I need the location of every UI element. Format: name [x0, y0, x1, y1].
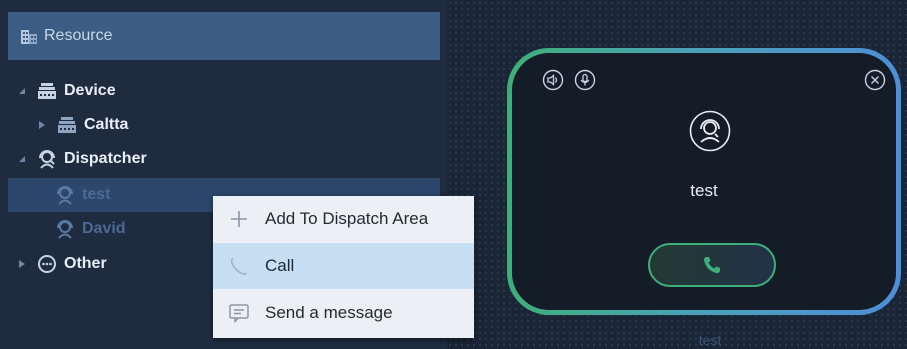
menu-item-label: Send a message [265, 303, 393, 322]
tree-item-device[interactable]: Device [8, 74, 440, 108]
caret-expanded-icon[interactable] [16, 153, 28, 165]
device-icon [58, 117, 76, 133]
caret-collapsed-icon[interactable] [36, 119, 48, 131]
phone-icon [704, 257, 720, 274]
context-menu: Add To Dispatch Area Call Send a message [213, 196, 474, 338]
plus-icon [231, 211, 247, 227]
more-circle-icon [38, 255, 56, 273]
call-card-name: test [690, 181, 718, 200]
dispatch-item-label: test [698, 332, 722, 348]
menu-item-add-to-dispatch-area[interactable]: Add To Dispatch Area [213, 196, 474, 242]
dispatcher-icon [689, 110, 731, 152]
dispatcher-icon [57, 186, 73, 205]
menu-item-call[interactable]: Call [213, 243, 474, 289]
tree-label-device: Device [64, 82, 116, 99]
menu-item-label: Call [265, 256, 295, 275]
panel-title: Resource [44, 27, 113, 44]
resource-header[interactable]: Resource [8, 12, 440, 60]
microphone-icon[interactable] [574, 69, 596, 91]
tree-label-david: David [82, 220, 126, 237]
phone-icon [230, 257, 248, 275]
building-icon [21, 30, 37, 44]
call-card-body: test [512, 53, 896, 310]
device-icon [38, 83, 56, 99]
dispatcher-icon [39, 150, 55, 169]
tree-label-dispatcher: Dispatcher [64, 150, 147, 167]
caret-expanded-icon[interactable] [16, 85, 28, 97]
tree-label-other: Other [64, 255, 107, 272]
tree-item-dispatcher[interactable]: Dispatcher [8, 142, 440, 176]
tree-label-caltta: Caltta [84, 116, 129, 133]
menu-item-label: Add To Dispatch Area [265, 209, 429, 228]
caret-collapsed-icon[interactable] [16, 258, 28, 270]
speaker-icon[interactable] [542, 69, 564, 91]
tree-item-caltta[interactable]: Caltta [8, 108, 440, 142]
tree-label-test: test [82, 186, 111, 203]
dispatcher-icon [57, 220, 73, 239]
answer-call-button[interactable] [648, 243, 776, 287]
message-icon [229, 304, 249, 324]
call-card: test [507, 48, 901, 315]
menu-item-send-a-message[interactable]: Send a message [213, 290, 474, 336]
close-icon[interactable] [864, 69, 886, 91]
